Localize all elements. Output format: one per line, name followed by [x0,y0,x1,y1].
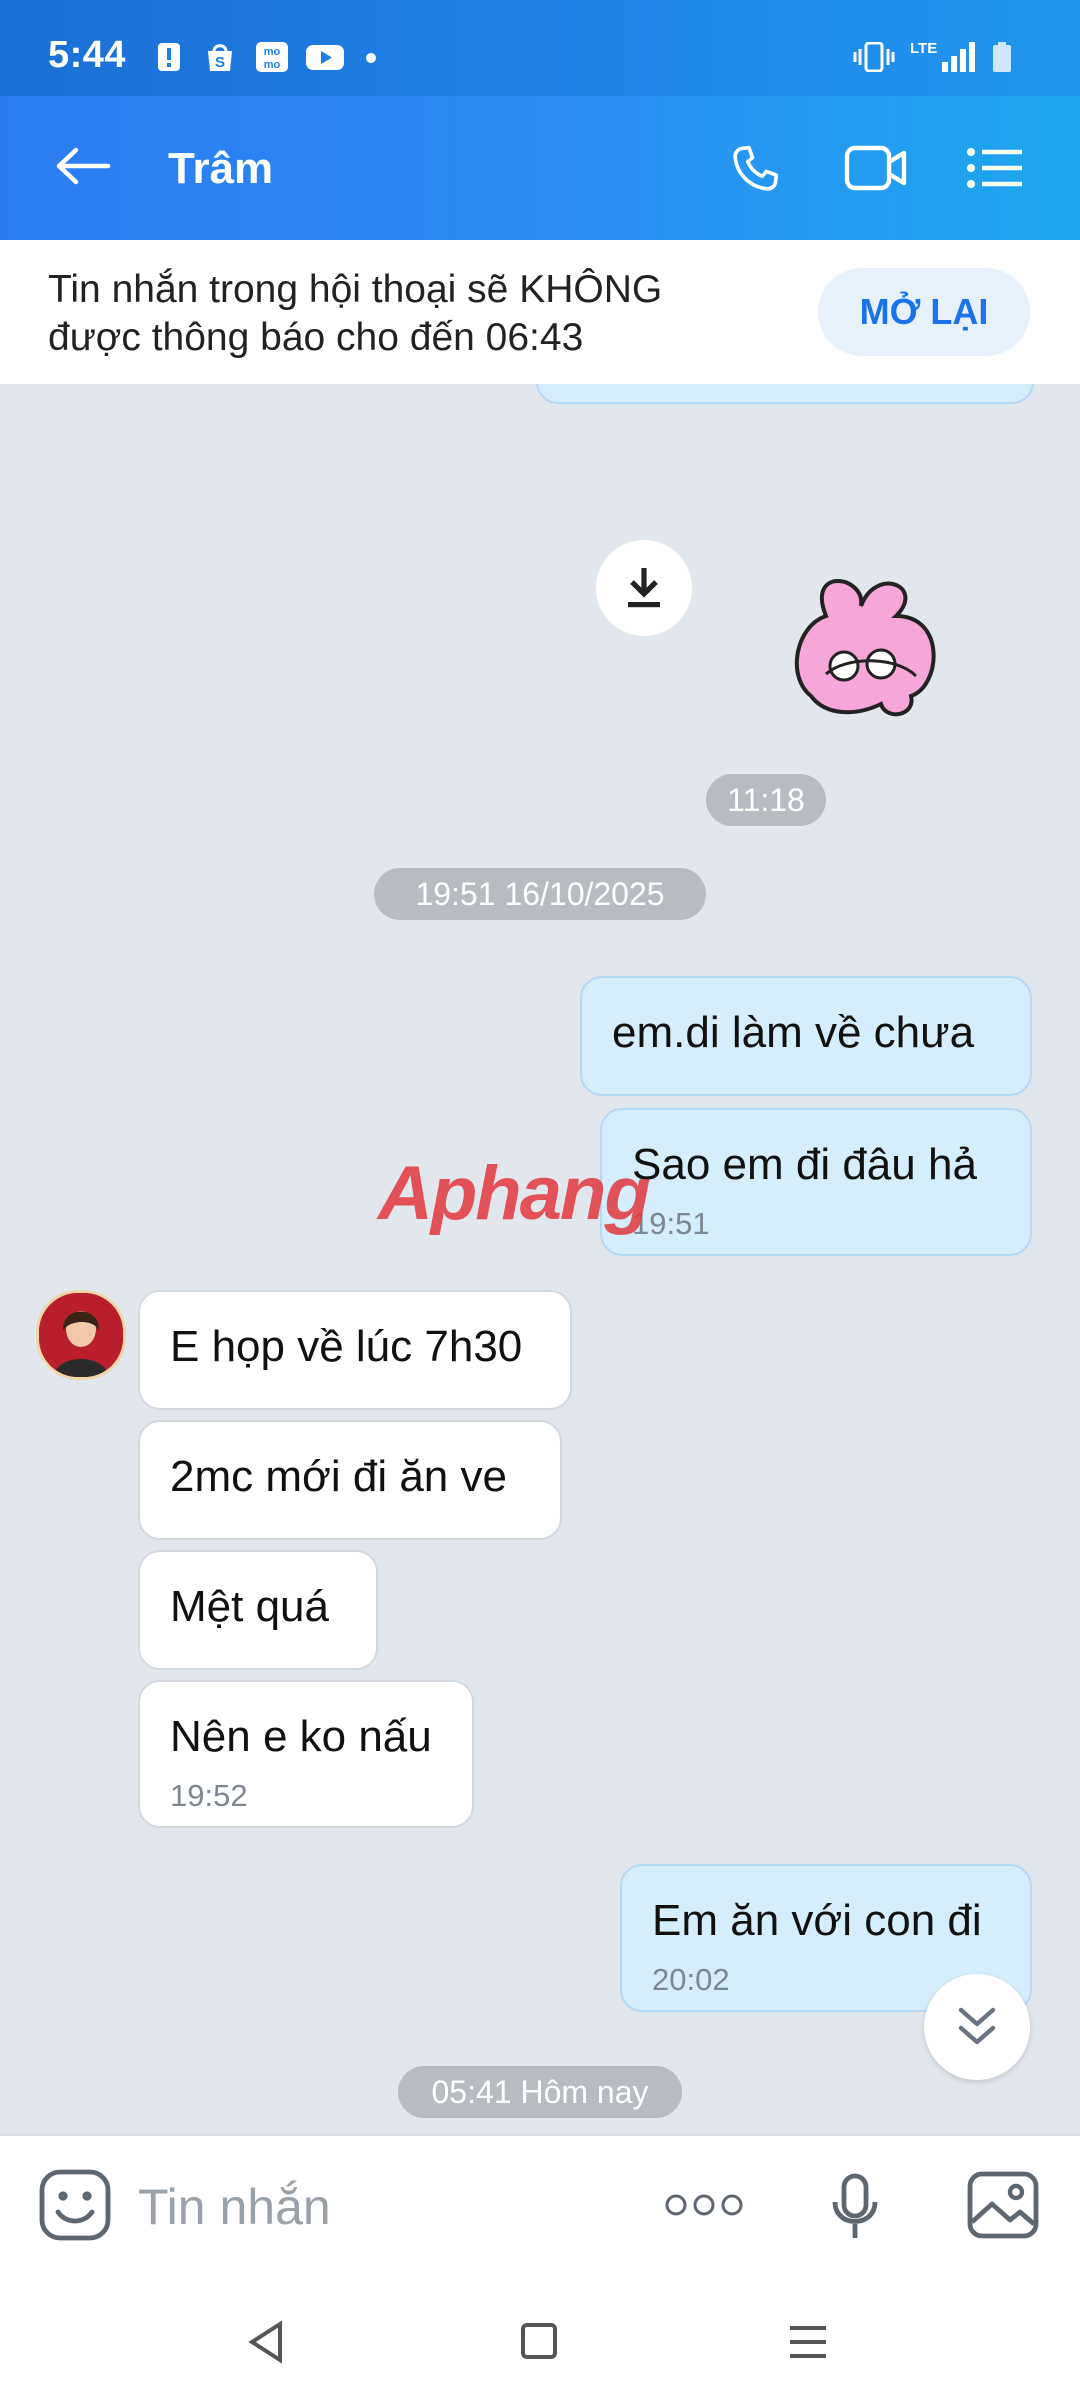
message-input[interactable]: Tin nhắn [138,2178,331,2236]
svg-text:mo: mo [264,59,281,71]
outgoing-message[interactable]: Sao em đi đâu hả 19:51 [600,1108,1032,1256]
message-text: Em ăn với con đi [652,1896,982,1945]
today-divider: 05:41 Hôm nay [398,2066,682,2118]
message-time: 19:51 [632,1206,710,1241]
date-divider: 19:51 16/10/2025 [374,868,706,920]
download-button[interactable] [596,540,692,636]
momo-icon: mo mo [256,42,288,72]
image-gallery-icon[interactable] [966,2170,1040,2240]
microphone-icon[interactable] [830,2172,880,2242]
sticker-timestamp: 11:18 [706,774,826,826]
reopen-button[interactable]: MỞ LẠI [818,268,1030,356]
incoming-message[interactable]: E họp về lúc 7h30 [138,1290,572,1410]
scroll-to-bottom-button[interactable] [924,1974,1030,2080]
emoji-sticker-icon[interactable] [38,2168,112,2242]
menu-list-icon[interactable] [966,146,1024,190]
vibrate-icon [853,42,895,72]
outgoing-message[interactable]: em.di làm về chưa [580,976,1032,1096]
sticker-bunny-image[interactable] [786,556,956,726]
message-text: E họp về lúc 7h30 [170,1322,523,1371]
system-nav-bar [0,2276,1080,2408]
message-text: Mệt quá [170,1582,329,1631]
avatar-photo [39,1293,123,1377]
status-bar: 5:44 S mo mo LTE [0,0,1080,96]
message-text: 2mc mới đi ăn ve [170,1452,507,1501]
previous-message-bubble[interactable] [536,384,1034,404]
message-text: em.di làm về chưa [612,1008,975,1057]
dot-icon [366,53,376,63]
phone-icon[interactable] [726,140,784,198]
incoming-message[interactable]: Mệt quá [138,1550,378,1670]
shopee-icon: S [208,44,232,71]
message-text: Sao em đi đâu hả [632,1140,977,1189]
svg-text:S: S [215,54,225,71]
nav-recents-icon[interactable] [788,2324,828,2360]
chat-header: Trâm [0,96,1080,240]
contact-name[interactable]: Trâm [168,144,273,194]
incoming-message[interactable]: Nên e ko nấu 19:52 [138,1680,474,1828]
incoming-message[interactable]: 2mc mới đi ăn ve [138,1420,562,1540]
nav-back-icon[interactable] [246,2320,286,2364]
double-chevron-down-icon [958,2007,996,2045]
mute-notice-text: Tin nhắn trong hội thoại sẽ KHÔNG được t… [48,268,663,359]
message-text: Nên e ko nấu [170,1712,432,1761]
back-arrow-icon[interactable] [54,146,112,186]
youtube-icon [306,45,344,70]
network-type: LTE [910,40,938,57]
alert-icon [158,43,180,71]
message-list[interactable]: 11:18 19:51 16/10/2025 em.di làm về chưa… [0,384,1080,2134]
video-call-icon[interactable] [844,142,908,194]
nav-home-icon[interactable] [520,2322,558,2360]
svg-text:mo: mo [264,46,281,58]
watermark-logo: Aphang [378,1151,651,1236]
signal-icon [942,42,975,72]
mute-notice-banner: Tin nhắn trong hội thoại sẽ KHÔNG được t… [0,240,1080,384]
download-icon [628,568,660,608]
status-time: 5:44 [48,34,127,76]
more-options-icon[interactable] [664,2190,744,2220]
battery-icon [993,42,1011,72]
message-time: 19:52 [170,1778,248,1813]
message-composer: Tin nhắn [0,2134,1080,2278]
avatar[interactable] [36,1290,126,1380]
